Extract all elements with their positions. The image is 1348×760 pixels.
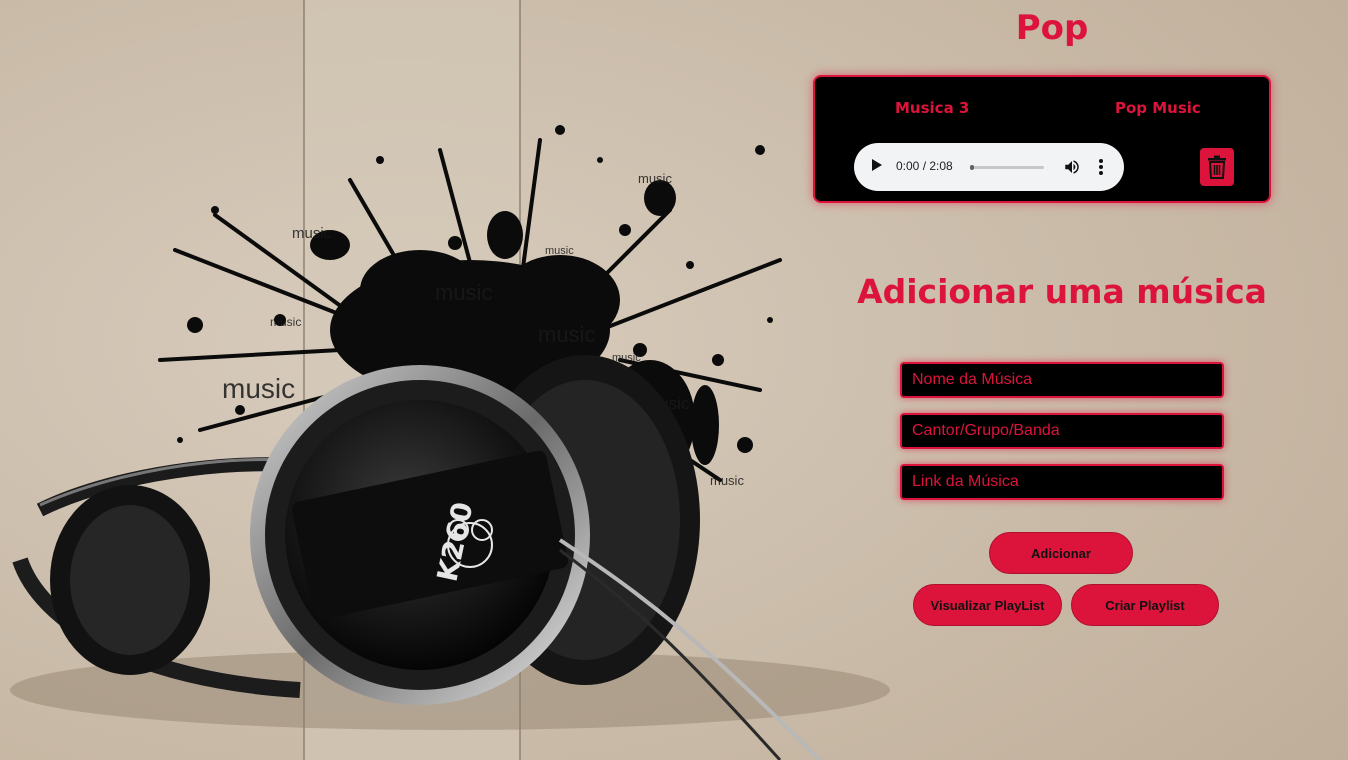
svg-text:music: music	[545, 245, 574, 257]
more-options-icon[interactable]	[1097, 158, 1105, 176]
svg-text:music: music	[638, 171, 672, 186]
trash-icon	[1208, 155, 1226, 179]
song-name-input[interactable]	[900, 362, 1224, 398]
play-icon[interactable]	[872, 159, 882, 171]
audio-progress-slider[interactable]	[970, 165, 1044, 170]
add-song-title: Adicionar uma música	[857, 272, 1267, 311]
add-song-button[interactable]: Adicionar	[989, 532, 1133, 574]
audio-time: 0:00 / 2:08	[896, 159, 953, 173]
song-name: Musica 3	[895, 99, 970, 117]
song-artist: Pop Music	[1115, 99, 1201, 117]
progress-thumb[interactable]	[970, 165, 974, 170]
svg-text:music: music	[270, 315, 301, 329]
view-playlist-button[interactable]: Visualizar PlayList	[913, 584, 1062, 626]
svg-text:music: music	[292, 225, 332, 242]
create-playlist-button[interactable]: Criar Playlist	[1071, 584, 1219, 626]
svg-text:music: music	[538, 322, 595, 347]
delete-song-button[interactable]	[1200, 148, 1234, 186]
volume-icon[interactable]	[1063, 158, 1081, 176]
artist-input[interactable]	[900, 413, 1224, 449]
song-card: Musica 3 Pop Music 0:00 / 2:08	[813, 75, 1271, 203]
svg-text:music: music	[435, 280, 492, 305]
playlist-title: Pop	[1015, 8, 1089, 48]
audio-player[interactable]: 0:00 / 2:08	[854, 143, 1124, 191]
svg-text:music: music	[222, 373, 295, 404]
song-link-input[interactable]	[900, 464, 1224, 500]
svg-text:music: music	[710, 473, 744, 488]
